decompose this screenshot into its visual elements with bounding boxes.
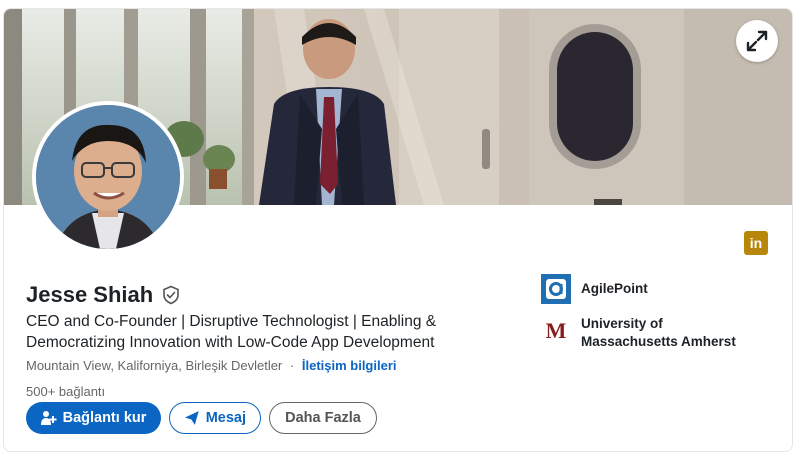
agilepoint-logo-icon bbox=[541, 274, 571, 304]
expand-arrows-icon bbox=[746, 30, 768, 52]
linkedin-logo-badge: in bbox=[744, 231, 768, 255]
location-separator: · bbox=[289, 358, 295, 373]
profile-card: in Jesse Shiah CEO and Co-Founder | Disr… bbox=[3, 8, 793, 452]
svg-text:M: M bbox=[546, 318, 567, 343]
location-row: Mountain View, Kaliforniya, Birleşik Dev… bbox=[26, 358, 397, 373]
profile-location: Mountain View, Kaliforniya, Birleşik Dev… bbox=[26, 358, 283, 373]
contact-info-link[interactable]: İletişim bilgileri bbox=[302, 358, 397, 373]
umass-logo-icon: M bbox=[546, 318, 567, 343]
more-button-label: Daha Fazla bbox=[285, 410, 361, 426]
education-name: University of Massachusetts Amherst bbox=[581, 316, 736, 349]
message-button-label: Mesaj bbox=[205, 410, 246, 426]
expand-cover-button[interactable] bbox=[736, 20, 778, 62]
connect-button-label: Bağlantı kur bbox=[62, 410, 147, 426]
shield-check-icon[interactable] bbox=[161, 285, 181, 305]
profile-avatar[interactable] bbox=[32, 101, 184, 253]
name-row: Jesse Shiah bbox=[26, 282, 181, 308]
experience-item-agilepoint[interactable]: AgilePoint bbox=[541, 274, 648, 304]
connect-button[interactable]: Bağlantı kur bbox=[26, 402, 161, 434]
avatar-photo bbox=[36, 105, 180, 249]
connections-count[interactable]: 500+ bağlantı bbox=[26, 384, 105, 399]
profile-name: Jesse Shiah bbox=[26, 282, 154, 307]
message-button[interactable]: Mesaj bbox=[169, 402, 261, 434]
paper-plane-icon bbox=[184, 411, 199, 425]
linkedin-badge-text: in bbox=[749, 235, 763, 251]
profile-headline: CEO and Co-Founder | Disruptive Technolo… bbox=[26, 313, 437, 351]
education-item-umass[interactable]: M University of Massachusetts Amherst bbox=[541, 315, 761, 351]
experience-name: AgilePoint bbox=[581, 281, 648, 296]
profile-actions: Bağlantı kur Mesaj Daha Fazla bbox=[26, 402, 377, 434]
more-button[interactable]: Daha Fazla bbox=[269, 402, 377, 434]
add-person-icon bbox=[40, 411, 57, 425]
